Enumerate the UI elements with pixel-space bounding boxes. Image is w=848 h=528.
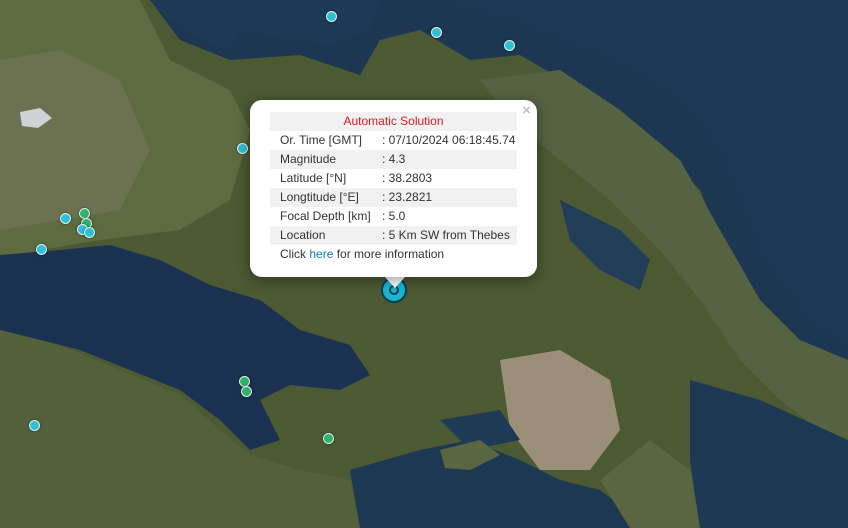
earthquake-marker[interactable] <box>84 227 95 238</box>
row-label: Focal Depth [km] <box>280 209 371 223</box>
footer-suffix: for more information <box>333 247 445 261</box>
row-value: : 07/10/2024 06:18:45.74 <box>382 133 516 147</box>
earthquake-marker[interactable] <box>323 433 334 444</box>
row-value: : 38.2803 <box>382 171 433 185</box>
earthquake-marker[interactable] <box>36 244 47 255</box>
info-row-origin-time: Or. Time [GMT] : 07/10/2024 06:18:45.74 <box>270 131 517 150</box>
earthquake-marker[interactable] <box>60 213 71 224</box>
row-value: : 23.2821 <box>382 190 433 204</box>
info-row-location: Location : 5 Km SW from Thebes <box>270 226 517 245</box>
earthquake-marker[interactable] <box>431 27 442 38</box>
popup-footer: Click here for more information <box>270 245 517 264</box>
earthquake-marker[interactable] <box>237 143 248 154</box>
close-icon[interactable]: × <box>522 103 531 119</box>
popup-tip <box>384 276 406 288</box>
row-label: Or. Time [GMT] <box>280 133 363 147</box>
row-value: : 5 Km SW from Thebes <box>382 228 510 242</box>
row-label: Latitude [°N] <box>280 171 347 185</box>
row-value: : 5.0 <box>382 209 406 223</box>
row-label: Location <box>280 228 326 242</box>
popup-title: Automatic Solution <box>270 112 517 131</box>
info-row-longitude: Longtitude [°E] : 23.2821 <box>270 188 517 207</box>
earthquake-marker[interactable] <box>29 420 40 431</box>
info-row-focal-depth: Focal Depth [km] : 5.0 <box>270 207 517 226</box>
earthquake-marker[interactable] <box>326 11 337 22</box>
earthquake-info-popup: × Automatic Solution Or. Time [GMT] : 07… <box>250 100 537 277</box>
more-info-link[interactable]: here <box>309 247 333 261</box>
footer-prefix: Click <box>280 247 310 261</box>
row-value: : 4.3 <box>382 152 406 166</box>
earthquake-marker[interactable] <box>241 386 252 397</box>
earthquake-marker[interactable] <box>504 40 515 51</box>
info-row-latitude: Latitude [°N] : 38.2803 <box>270 169 517 188</box>
row-label: Longtitude [°E] <box>280 190 359 204</box>
info-row-magnitude: Magnitude : 4.3 <box>270 150 517 169</box>
row-label: Magnitude <box>280 152 337 166</box>
